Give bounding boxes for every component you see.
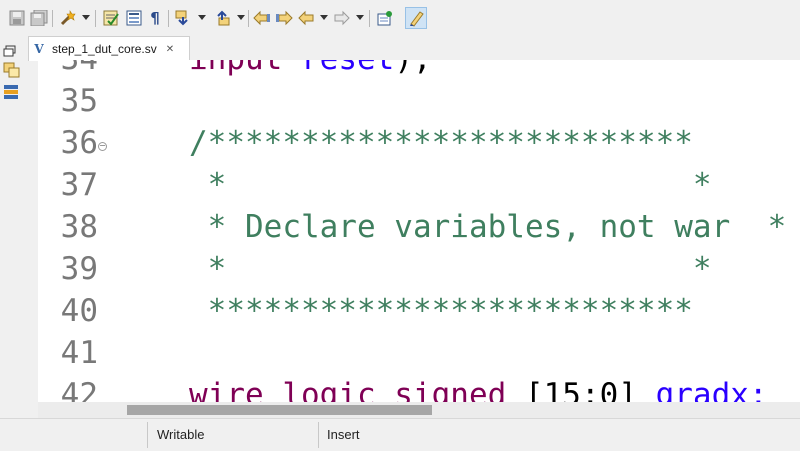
next-annotation-dropdown-icon[interactable]	[198, 15, 206, 20]
line-number: 35	[60, 83, 98, 119]
code-text: * *	[189, 251, 712, 287]
back-dropdown-icon[interactable]	[320, 15, 328, 20]
code-line[interactable]: 42 wire logic signed [15:0] gradx;	[38, 377, 800, 402]
code-line[interactable]: 38 * Declare variables, not war *	[38, 209, 800, 251]
restore-icon[interactable]	[3, 42, 21, 58]
forward-arrow-icon[interactable]	[333, 8, 351, 28]
status-bar: Writable Insert	[0, 418, 800, 451]
code-token: [15:0]	[524, 377, 656, 402]
code-token: reset	[301, 60, 394, 77]
code-token: wire logic signed	[189, 377, 525, 402]
toolbar-separator	[168, 10, 169, 27]
code-token: gradx;	[655, 377, 768, 402]
main-toolbar: ¶	[0, 0, 800, 36]
close-tab-icon[interactable]: ✕	[166, 44, 174, 55]
wand-dropdown-icon[interactable]	[82, 15, 90, 20]
toolbar-separator	[369, 10, 370, 27]
scrollbar-thumb[interactable]	[127, 405, 432, 415]
toolbar-separator	[248, 10, 249, 27]
save-all-icon[interactable]	[30, 8, 48, 28]
forward-dropdown-icon[interactable]	[356, 15, 364, 20]
wand-icon[interactable]	[58, 8, 78, 28]
code-line[interactable]: 37 * *	[38, 167, 800, 209]
line-number: 37	[60, 167, 98, 203]
line-number: 34	[38, 60, 98, 77]
systemverilog-file-icon: V	[34, 42, 44, 56]
back-icon[interactable]	[252, 8, 272, 28]
code-line[interactable]: 36− /**************************	[38, 125, 800, 167]
pin-icon[interactable]	[375, 8, 395, 28]
outline-view-icon[interactable]	[3, 84, 21, 100]
line-number: 36	[60, 125, 98, 161]
line-number: 41	[60, 335, 98, 371]
left-view-strip	[0, 36, 28, 418]
next-annotation-icon[interactable]	[173, 8, 193, 28]
code-token: **************************	[189, 293, 693, 329]
package-explorer-icon[interactable]	[3, 62, 21, 78]
outline-icon[interactable]	[124, 8, 144, 28]
forward-icon[interactable]	[274, 8, 294, 28]
code-token: input	[189, 60, 282, 77]
line-number: 40	[60, 293, 98, 329]
code-text: * *	[189, 167, 712, 203]
code-text: /**************************	[189, 125, 693, 161]
tab-label: step_1_dut_core.sv	[52, 42, 157, 56]
code-text: * Declare variables, not war *	[189, 209, 787, 245]
horizontal-scrollbar[interactable]	[38, 402, 800, 418]
toolbar-separator	[95, 10, 96, 27]
code-token: * *	[189, 167, 712, 203]
code-line[interactable]: 41	[38, 335, 800, 377]
code-text: wire logic signed [15:0] gradx;	[189, 377, 768, 402]
code-token: /**************************	[189, 125, 693, 161]
code-token: * Declare variables, not war *	[189, 209, 787, 245]
line-number: 38	[60, 209, 98, 245]
status-writable: Writable	[157, 427, 205, 442]
prev-annotation-icon[interactable]	[212, 8, 232, 28]
code-editor[interactable]: 34 input reset); 35 36− /*******************…	[38, 60, 800, 402]
code-line[interactable]: 35	[38, 83, 800, 125]
fold-collapse-icon[interactable]: −	[98, 142, 107, 151]
code-text: input reset);	[189, 60, 432, 77]
save-icon[interactable]	[8, 8, 26, 28]
code-line[interactable]: 40 **************************	[38, 293, 800, 335]
status-separator	[318, 422, 319, 448]
back-arrow-icon[interactable]	[297, 8, 315, 28]
pilcrow-icon[interactable]: ¶	[147, 8, 163, 28]
line-number: 39	[60, 251, 98, 287]
toolbar-separator	[52, 10, 53, 27]
code-line[interactable]: 34 input reset);	[38, 60, 800, 83]
status-insert-mode[interactable]: Insert	[327, 427, 360, 442]
code-text: **************************	[189, 293, 693, 329]
status-separator	[147, 422, 148, 448]
code-token: * *	[189, 251, 712, 287]
editor-tab[interactable]: V step_1_dut_core.sv ✕	[28, 36, 190, 61]
code-token: );	[394, 60, 431, 77]
task-icon[interactable]	[101, 8, 121, 28]
code-line[interactable]: 39 * *	[38, 251, 800, 293]
editor-tab-bar: V step_1_dut_core.sv ✕	[28, 36, 800, 61]
highlight-icon[interactable]	[405, 7, 427, 29]
line-number: 42	[60, 377, 98, 402]
prev-annotation-dropdown-icon[interactable]	[237, 15, 245, 20]
